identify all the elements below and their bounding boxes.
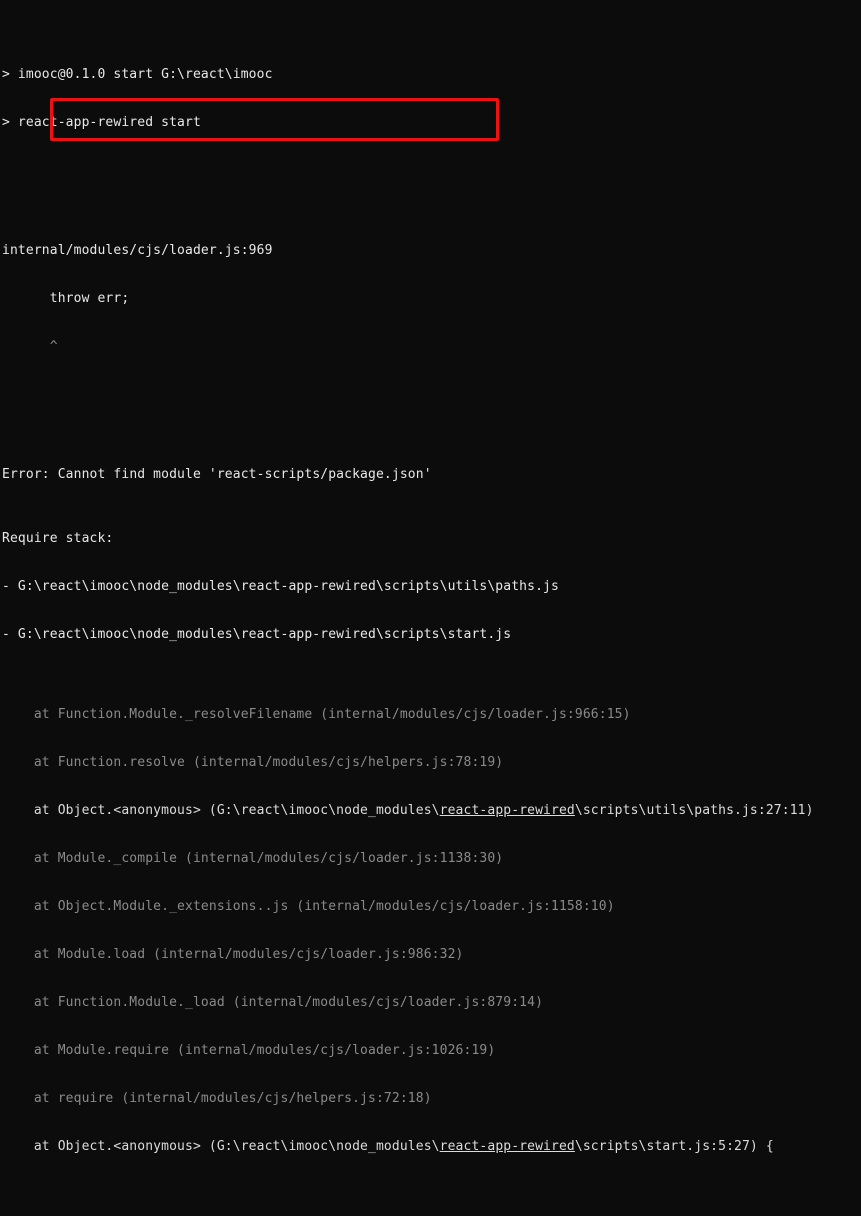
- stack-frame-module-link[interactable]: react-app-rewired: [440, 1139, 575, 1154]
- stack-frame-module-link[interactable]: react-app-rewired: [440, 803, 575, 818]
- stack-frame: at require (internal/modules/cjs/helpers…: [2, 1091, 432, 1106]
- console-output: > imooc@0.1.0 start G:\react\imooc > rea…: [2, 3, 861, 1216]
- stack-frame: at Object.<anonymous> (G:\react\imooc\no…: [2, 803, 861, 819]
- stack-frame: at Module.require (internal/modules/cjs/…: [2, 1043, 496, 1058]
- stack-frame: at Module.load (internal/modules/cjs/loa…: [2, 947, 464, 962]
- stack-frame-suffix: \scripts\utils\paths.js:27:11): [574, 803, 814, 818]
- stack-frame-prefix: at Object.<anonymous> (G:\react\imooc\no…: [2, 803, 440, 818]
- crash-source-location: internal/modules/cjs/loader.js:969: [2, 243, 273, 258]
- stack-frame: at Module._compile (internal/modules/cjs…: [2, 851, 504, 866]
- stack-frame: at Object.<anonymous> (G:\react\imooc\no…: [2, 1139, 861, 1155]
- stack-frame-prefix: at Object.<anonymous> (G:\react\imooc\no…: [2, 1139, 440, 1154]
- stack-frame: at Function.resolve (internal/modules/cj…: [2, 755, 504, 770]
- npm-command-line: > react-app-rewired start: [2, 115, 201, 130]
- stack-frame: at Function.Module._load (internal/modul…: [2, 995, 544, 1010]
- stack-frame: at Object.Module._extensions..js (intern…: [2, 899, 615, 914]
- crash-caret-line: ^: [2, 339, 58, 354]
- stack-frame: at Function.Module._resolveFilename (int…: [2, 707, 631, 722]
- error-line: Error: Cannot find module 'react-scripts…: [2, 467, 861, 483]
- require-stack-entry: - G:\react\imooc\node_modules\react-app-…: [2, 627, 512, 642]
- crash-throw-line: throw err;: [2, 291, 130, 306]
- npm-run-line: > imooc@0.1.0 start G:\react\imooc: [2, 67, 273, 82]
- error-message: Cannot find module 'react-scripts/packag…: [57, 467, 432, 482]
- terminal-window[interactable]: > imooc@0.1.0 start G:\react\imooc > rea…: [0, 0, 861, 1154]
- error-label: Error:: [2, 467, 58, 482]
- stack-frame-suffix: \scripts\start.js:5:27) {: [574, 1139, 774, 1154]
- require-stack-entry: - G:\react\imooc\node_modules\react-app-…: [2, 579, 559, 594]
- require-stack-label: Require stack:: [2, 531, 114, 546]
